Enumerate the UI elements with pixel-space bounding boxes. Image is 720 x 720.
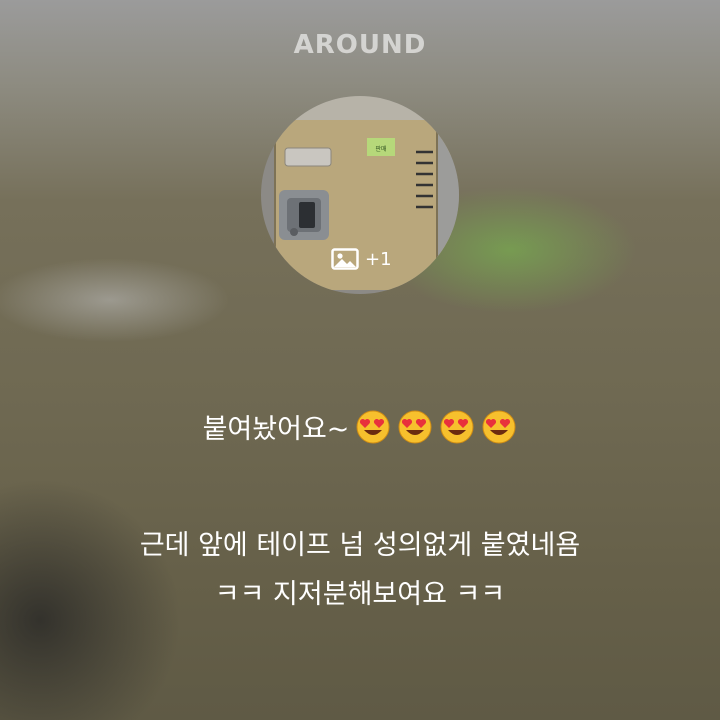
post-photo-thumbnail[interactable]: 판매 +1 — [261, 96, 459, 294]
heart-eyes-emoji — [482, 410, 516, 443]
heart-eyes-emoji — [356, 410, 390, 443]
image-count-label: +1 — [365, 248, 392, 270]
sticker-label: 판매 — [375, 145, 386, 153]
image-icon — [331, 248, 359, 270]
post-text-line-2: 근데 앞에 테이프 넘 성의없게 붙였네욤 — [139, 530, 581, 561]
heart-eyes-emoji — [440, 410, 474, 443]
post-text-line-1: 붙여놨어요~ — [0, 407, 720, 446]
app-logo: AROUND — [293, 30, 427, 60]
image-count-badge: +1 — [331, 248, 392, 270]
post-text-line-3: ㅋㅋ 지저분해보여요 ㅋㅋ — [214, 579, 506, 610]
post-text-line-1-text: 붙여놨어요~ — [202, 414, 350, 445]
heart-eyes-emoji — [398, 410, 432, 443]
